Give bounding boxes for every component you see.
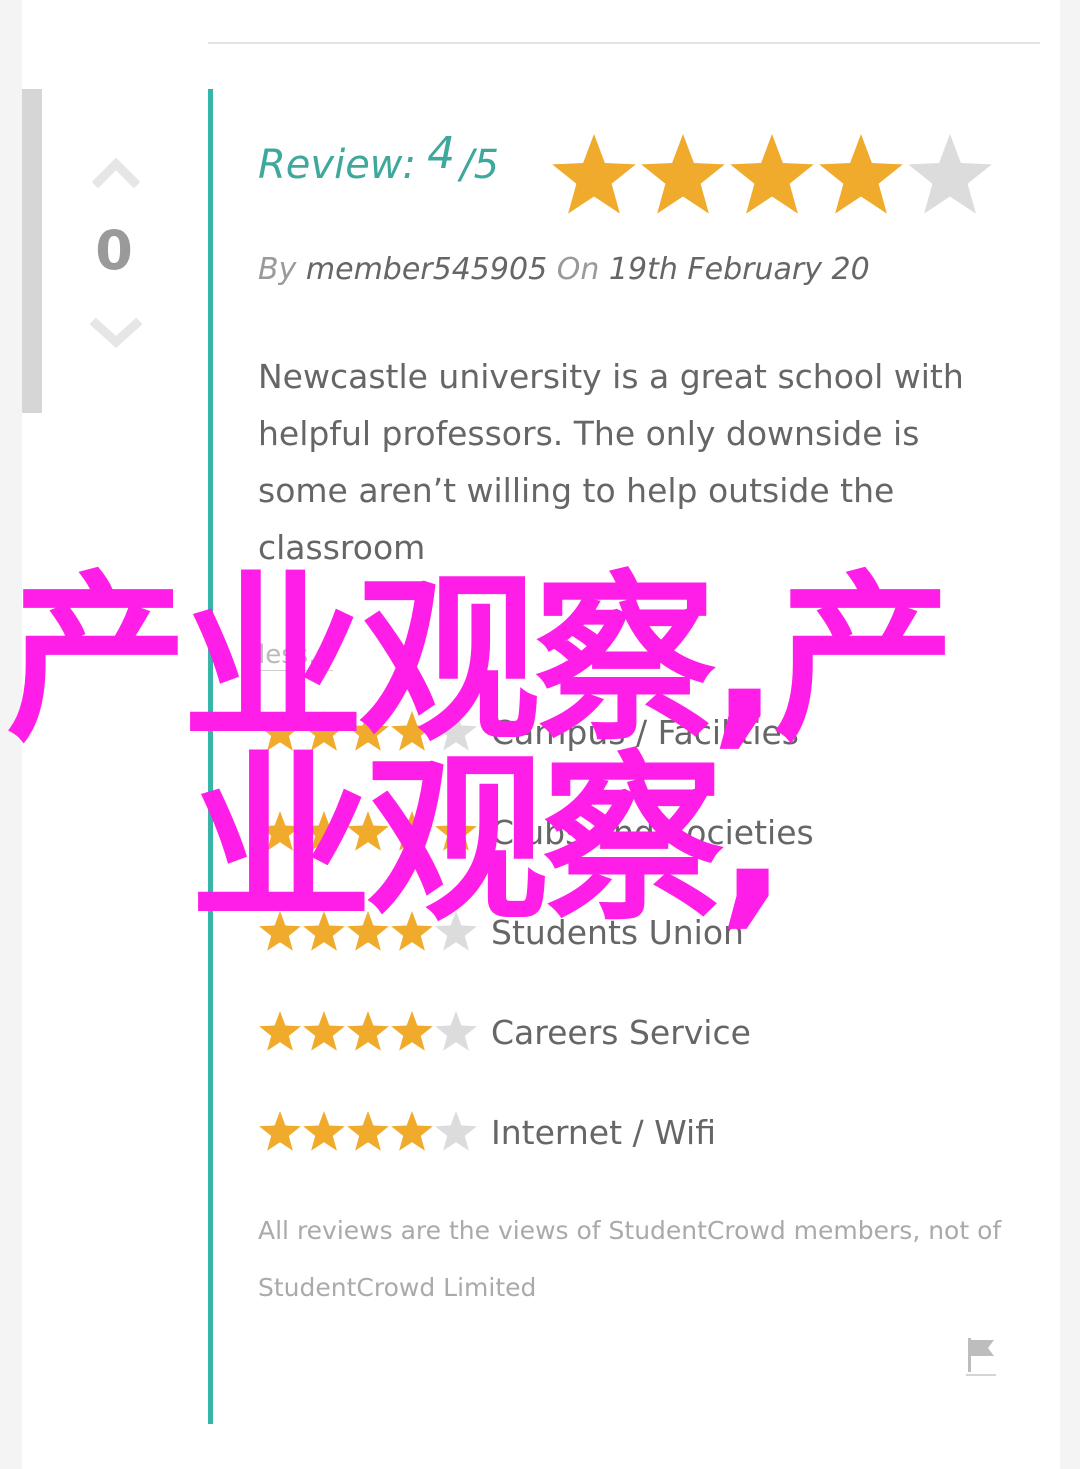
review-label: Review: [258,142,416,188]
category-row: Internet / Wifi [258,1108,998,1158]
star-empty-icon [435,911,477,951]
upvote-button[interactable] [88,150,144,190]
star-filled-icon [391,711,433,751]
category-row: Careers Service [258,1008,998,1058]
category-stars [259,711,477,751]
star-empty-icon [435,1011,477,1051]
star-filled-icon [259,911,301,951]
less-link[interactable]: less... [258,640,334,671]
review-out-of: /5 [460,142,500,188]
vote-bar [22,89,42,413]
vote-count: 0 [95,219,133,282]
review-date: 19th February 20 [608,252,870,287]
star-filled-icon [259,811,301,851]
star-filled-icon [259,711,301,751]
chevron-up-icon [91,157,141,189]
category-stars [259,911,477,951]
by-label: By [258,252,297,287]
star-filled-icon [552,134,636,214]
star-filled-icon [259,1011,301,1051]
byline: By member545905 On 19th February 20 [258,252,870,287]
star-filled-icon [303,1111,345,1151]
star-empty-icon [435,1111,477,1151]
star-filled-icon [819,134,903,214]
accent-rule [208,89,213,1424]
category-stars [259,1011,477,1051]
category-label: Students Union [491,913,744,952]
star-filled-icon [391,1111,433,1151]
star-empty-icon [908,134,992,214]
author-name[interactable]: member545905 [306,252,547,287]
star-filled-icon [303,1011,345,1051]
overall-rating-stars [552,134,992,214]
disclaimer-text: All reviews are the views of StudentCrow… [258,1216,1002,1302]
review-body: Newcastle university is a great school w… [258,357,964,567]
star-filled-icon [303,711,345,751]
downvote-button[interactable] [88,312,144,352]
star-filled-icon [641,134,725,214]
star-filled-icon [347,811,389,851]
top-divider [208,42,1040,44]
report-button[interactable] [964,1334,998,1380]
category-label: Internet / Wifi [491,1113,716,1152]
star-filled-icon [435,811,477,851]
on-label: On [556,252,600,287]
category-label: Careers Service [491,1013,751,1052]
star-filled-icon [347,1111,389,1151]
star-filled-icon [391,911,433,951]
category-label: Campus / Facilities [491,713,799,752]
review-heading: Review: 4 /5 [258,128,500,198]
category-row: Clubs and Societies [258,808,998,858]
star-filled-icon [259,1111,301,1151]
star-filled-icon [391,1011,433,1051]
category-stars [259,811,477,851]
category-label: Clubs and Societies [491,813,814,852]
star-filled-icon [347,711,389,751]
star-filled-icon [730,134,814,214]
review-score: 4 [427,128,456,179]
star-filled-icon [303,811,345,851]
category-stars [259,1111,477,1151]
flag-icon [966,1338,996,1376]
star-filled-icon [347,1011,389,1051]
star-filled-icon [303,911,345,951]
star-filled-icon [347,911,389,951]
chevron-down-icon [89,317,143,349]
star-empty-icon [435,711,477,751]
category-row: Students Union [258,908,998,958]
star-filled-icon [391,811,433,851]
category-row: Campus / Facilities [258,708,998,758]
